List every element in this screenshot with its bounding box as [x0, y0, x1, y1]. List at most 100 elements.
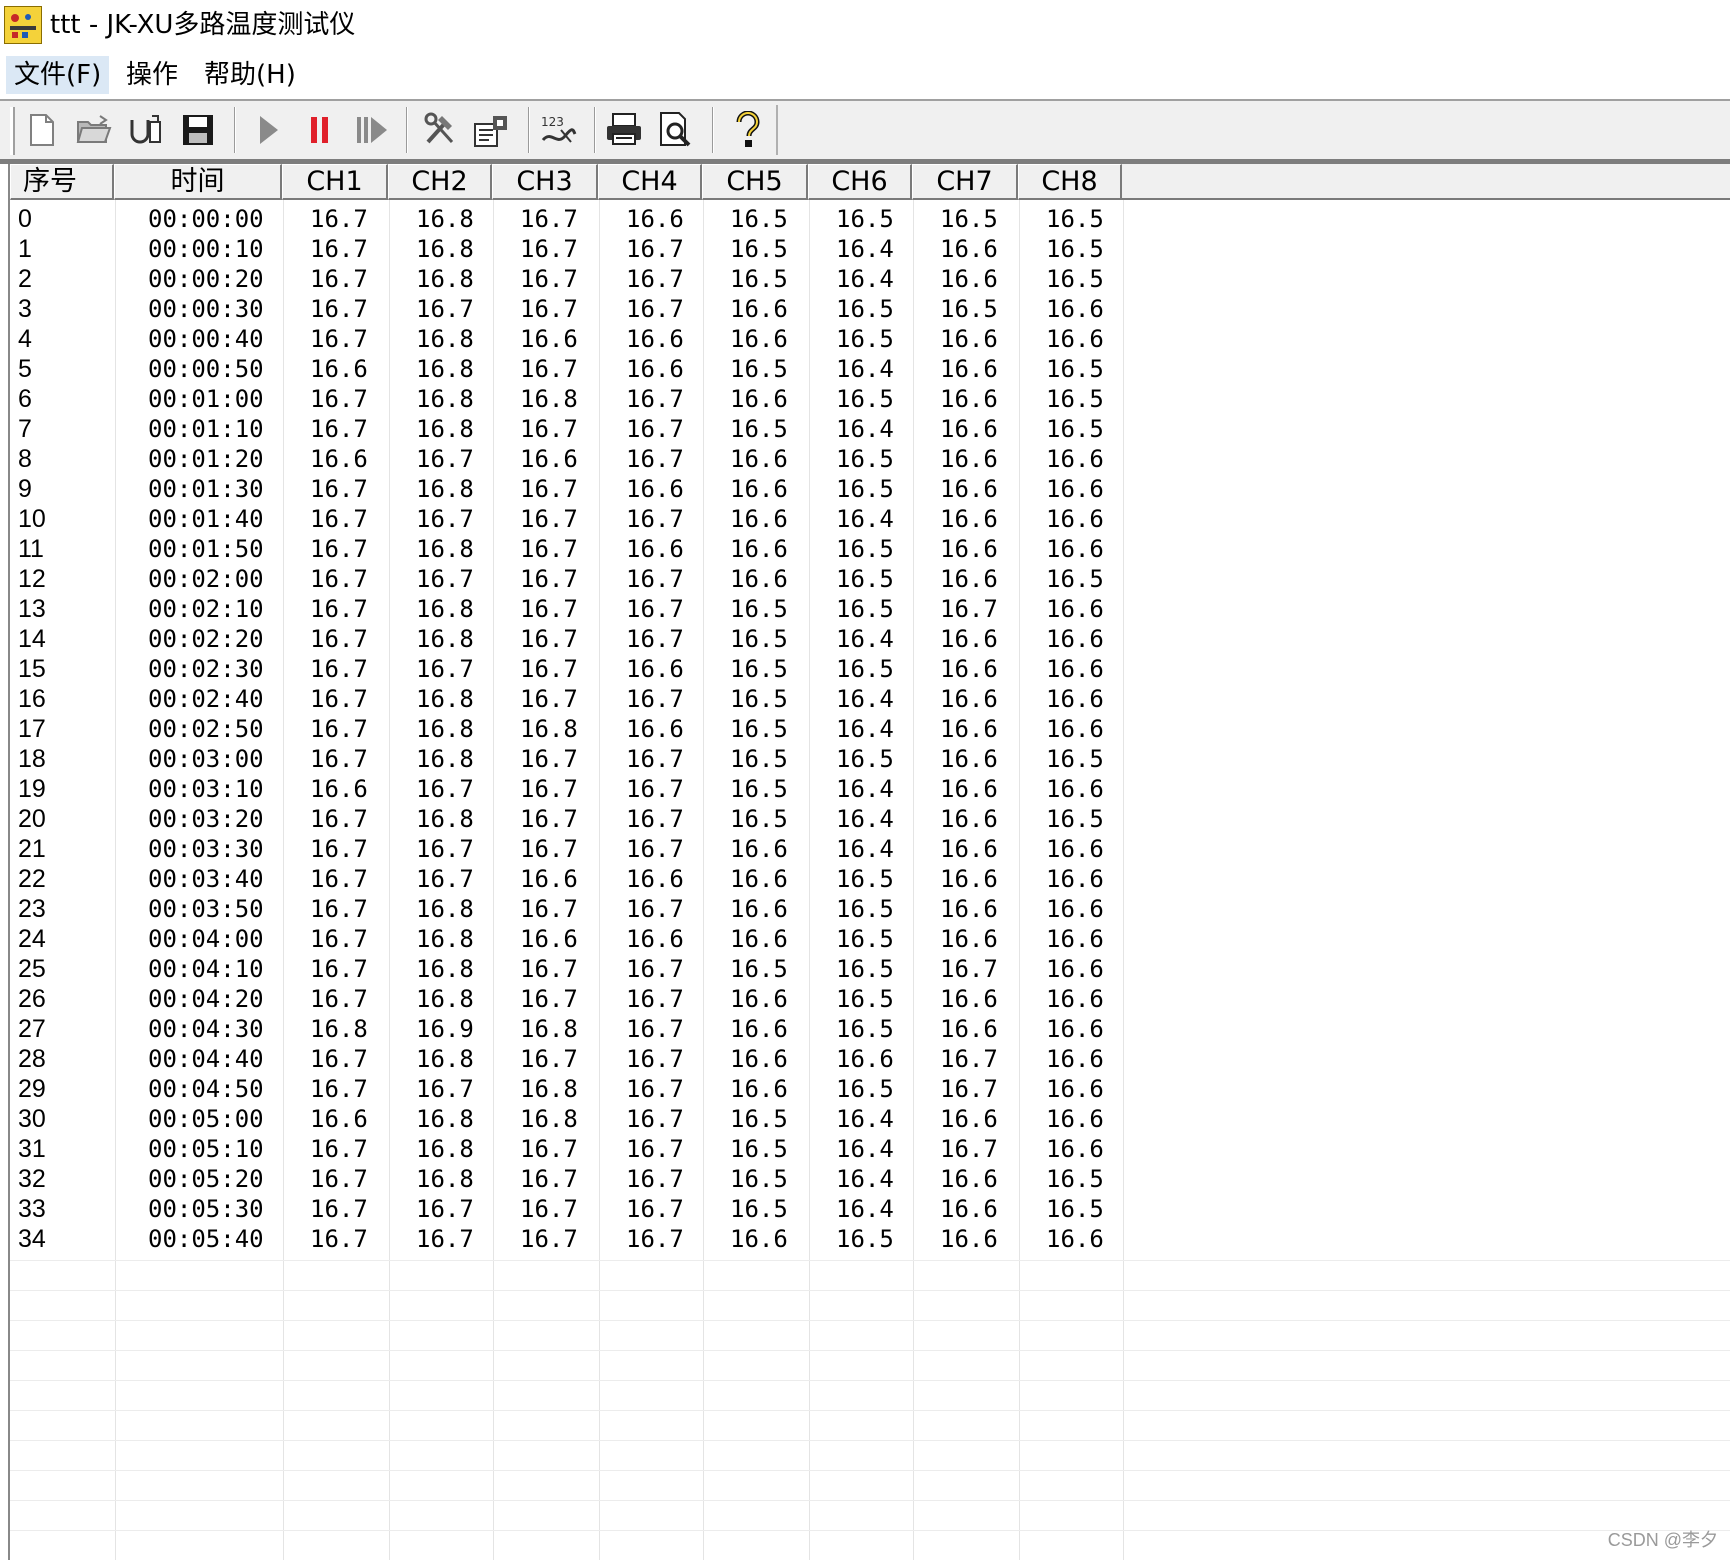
table-row[interactable]: 8 00:01:20 16.6 16.7 16.6 16.7 16.6 16.5 16.6 16.… [10, 444, 1232, 474]
empty-row-line [10, 1530, 1730, 1531]
temperature-cell: 16.7 [310, 505, 368, 533]
temperature-cell: 16.6 [310, 775, 368, 803]
temperature-cell: 16.6 [1046, 1015, 1104, 1043]
step-forward-icon[interactable] [352, 109, 392, 151]
print-preview-icon[interactable] [656, 109, 696, 151]
temperature-cell: 16.7 [520, 295, 578, 323]
table-row[interactable]: 10 00:01:40 16.7 16.7 16.7 16.7 16.6 16.4 16.6 16… [10, 504, 1232, 534]
temperature-cell: 16.7 [310, 715, 368, 743]
table-row[interactable]: 9 00:01:30 16.7 16.8 16.7 16.6 16.6 16.5 16.6 16.… [10, 474, 1232, 504]
column-header[interactable]: CH2 [388, 164, 492, 200]
play-icon[interactable] [248, 109, 288, 151]
table-row[interactable]: 0 00:00:00 16.7 16.8 16.7 16.6 16.5 16.5 16.5 16.… [10, 204, 1232, 234]
row-index-cell: 34 [18, 1225, 46, 1253]
help-icon[interactable] [728, 109, 768, 151]
table-row[interactable]: 31 00:05:10 16.7 16.8 16.7 16.7 16.5 16.4 16.7 16… [10, 1134, 1232, 1164]
temperature-cell: 16.7 [310, 1195, 368, 1223]
temperature-cell: 16.7 [520, 835, 578, 863]
column-header[interactable]: CH5 [702, 164, 808, 200]
column-header[interactable]: 时间 [114, 164, 282, 200]
time-cell: 00:03:50 [148, 895, 264, 923]
temperature-cell: 16.7 [416, 865, 474, 893]
table-row[interactable]: 12 00:02:00 16.7 16.7 16.7 16.7 16.6 16.5 16.6 16… [10, 564, 1232, 594]
column-header[interactable]: CH6 [808, 164, 912, 200]
temperature-cell: 16.8 [416, 325, 474, 353]
temperature-cell: 16.8 [416, 1135, 474, 1163]
time-cell: 00:00:50 [148, 355, 264, 383]
table-row[interactable]: 24 00:04:00 16.7 16.8 16.6 16.6 16.6 16.5 16.6 16… [10, 924, 1232, 954]
channel-config-icon[interactable]: 123 [538, 109, 578, 151]
temperature-cell: 16.6 [940, 625, 998, 653]
temperature-cell: 16.5 [730, 805, 788, 833]
temperature-cell: 16.4 [836, 835, 894, 863]
temperature-cell: 16.8 [416, 205, 474, 233]
temperature-cell: 16.5 [836, 325, 894, 353]
tools-icon[interactable] [420, 109, 460, 151]
temperature-cell: 16.6 [940, 325, 998, 353]
table-row[interactable]: 25 00:04:10 16.7 16.8 16.7 16.7 16.5 16.5 16.7 16… [10, 954, 1232, 984]
menu-operate[interactable]: 操作 [118, 56, 186, 94]
table-row[interactable]: 32 00:05:20 16.7 16.8 16.7 16.7 16.5 16.4 16.6 16… [10, 1164, 1232, 1194]
open-folder-icon[interactable] [74, 109, 114, 151]
temperature-cell: 16.7 [940, 1135, 998, 1163]
table-row[interactable]: 2 00:00:20 16.7 16.8 16.7 16.7 16.5 16.4 16.6 16.… [10, 264, 1232, 294]
table-row[interactable]: 3 00:00:30 16.7 16.7 16.7 16.7 16.6 16.5 16.5 16.… [10, 294, 1232, 324]
data-grid[interactable]: 序号 时间 CH1 CH2 CH3 CH4 CH5 CH6 CH7 CH8 0 00:00:00 16.… [8, 164, 1730, 1560]
menu-help[interactable]: 帮助(H) [196, 56, 304, 94]
table-row[interactable]: 4 00:00:40 16.7 16.8 16.6 16.6 16.6 16.5 16.6 16.… [10, 324, 1232, 354]
column-header[interactable]: CH4 [598, 164, 702, 200]
table-row[interactable]: 26 00:04:20 16.7 16.8 16.7 16.7 16.6 16.5 16.6 16… [10, 984, 1232, 1014]
table-row[interactable]: 17 00:02:50 16.7 16.8 16.8 16.6 16.5 16.4 16.6 16… [10, 714, 1232, 744]
table-row[interactable]: 18 00:03:00 16.7 16.8 16.7 16.7 16.5 16.5 16.6 16… [10, 744, 1232, 774]
table-row[interactable]: 20 00:03:20 16.7 16.8 16.7 16.7 16.5 16.4 16.6 16… [10, 804, 1232, 834]
table-row[interactable]: 1 00:00:10 16.7 16.8 16.7 16.7 16.5 16.4 16.6 16.… [10, 234, 1232, 264]
empty-row-line [10, 1410, 1730, 1411]
pause-icon[interactable] [300, 109, 340, 151]
toolbar-separator [594, 107, 596, 153]
table-row[interactable]: 6 00:01:00 16.7 16.8 16.8 16.7 16.6 16.5 16.6 16.… [10, 384, 1232, 414]
toolbar-grip[interactable] [10, 107, 15, 155]
table-row[interactable]: 22 00:03:40 16.7 16.7 16.6 16.6 16.6 16.5 16.6 16… [10, 864, 1232, 894]
column-header[interactable]: 序号 [10, 164, 114, 200]
save-icon[interactable] [178, 109, 218, 151]
menu-file[interactable]: 文件(F) [6, 56, 110, 94]
new-file-icon[interactable] [22, 109, 62, 151]
temperature-cell: 16.5 [836, 565, 894, 593]
table-row[interactable]: 13 00:02:10 16.7 16.8 16.7 16.7 16.5 16.5 16.7 16… [10, 594, 1232, 624]
table-row[interactable]: 7 00:01:10 16.7 16.8 16.7 16.7 16.5 16.4 16.6 16.… [10, 414, 1232, 444]
table-row[interactable]: 30 00:05:00 16.6 16.8 16.8 16.7 16.5 16.4 16.6 16… [10, 1104, 1232, 1134]
temperature-cell: 16.4 [836, 715, 894, 743]
table-row[interactable]: 34 00:05:40 16.7 16.7 16.7 16.7 16.6 16.5 16.6 16… [10, 1224, 1232, 1254]
import-icon[interactable] [126, 109, 166, 151]
table-row[interactable]: 14 00:02:20 16.7 16.8 16.7 16.7 16.5 16.4 16.6 16… [10, 624, 1232, 654]
table-row[interactable]: 19 00:03:10 16.6 16.7 16.7 16.7 16.5 16.4 16.6 16… [10, 774, 1232, 804]
table-row[interactable]: 11 00:01:50 16.7 16.8 16.7 16.6 16.6 16.5 16.6 16… [10, 534, 1232, 564]
temperature-cell: 16.5 [730, 715, 788, 743]
column-header[interactable]: CH1 [282, 164, 388, 200]
column-header[interactable]: CH3 [492, 164, 598, 200]
table-row[interactable]: 21 00:03:30 16.7 16.7 16.7 16.7 16.6 16.4 16.6 16… [10, 834, 1232, 864]
table-row[interactable]: 23 00:03:50 16.7 16.8 16.7 16.7 16.6 16.5 16.6 16… [10, 894, 1232, 924]
table-row[interactable]: 33 00:05:30 16.7 16.7 16.7 16.7 16.5 16.4 16.6 16… [10, 1194, 1232, 1224]
temperature-cell: 16.8 [416, 895, 474, 923]
column-header[interactable]: CH7 [912, 164, 1018, 200]
temperature-cell: 16.7 [626, 805, 684, 833]
table-row[interactable]: 28 00:04:40 16.7 16.8 16.7 16.7 16.6 16.6 16.7 16… [10, 1044, 1232, 1074]
temperature-cell: 16.6 [520, 325, 578, 353]
table-row[interactable]: 15 00:02:30 16.7 16.7 16.7 16.6 16.5 16.5 16.6 16… [10, 654, 1232, 684]
time-cell: 00:05:20 [148, 1165, 264, 1193]
menu-bar: 文件(F) 操作 帮助(H) [0, 52, 1730, 98]
table-row[interactable]: 5 00:00:50 16.6 16.8 16.7 16.6 16.5 16.4 16.6 16.… [10, 354, 1232, 384]
temperature-cell: 16.7 [626, 685, 684, 713]
table-row[interactable]: 27 00:04:30 16.8 16.9 16.8 16.7 16.6 16.5 16.6 16… [10, 1014, 1232, 1044]
print-icon[interactable] [604, 109, 644, 151]
column-header[interactable]: CH8 [1018, 164, 1122, 200]
temperature-cell: 16.5 [1046, 1195, 1104, 1223]
temperature-cell: 16.5 [836, 385, 894, 413]
temperature-cell: 16.5 [730, 1135, 788, 1163]
settings-icon[interactable] [472, 109, 512, 151]
temperature-cell: 16.5 [836, 655, 894, 683]
table-row[interactable]: 16 00:02:40 16.7 16.8 16.7 16.7 16.5 16.4 16.6 16… [10, 684, 1232, 714]
table-row[interactable]: 29 00:04:50 16.7 16.7 16.8 16.7 16.6 16.5 16.7 16… [10, 1074, 1232, 1104]
time-cell: 00:01:10 [148, 415, 264, 443]
